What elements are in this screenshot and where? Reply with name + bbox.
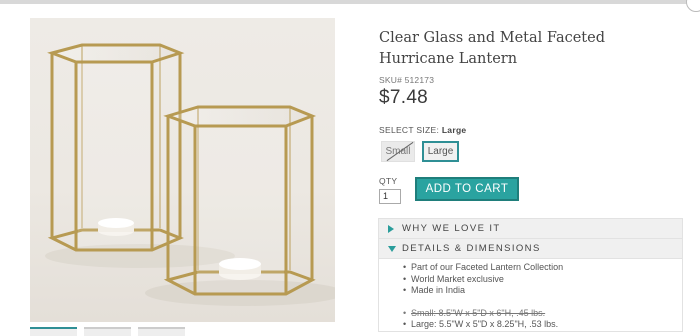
qty-input[interactable]: 1 xyxy=(379,189,401,204)
dimension-small: Small: 8.5"W x 5"D x 6"H, .45 lbs. xyxy=(403,308,563,320)
sku-line: SKU# 512173 xyxy=(379,75,434,85)
list-spacer xyxy=(403,297,563,308)
lantern-illustration xyxy=(45,43,335,306)
product-info-accordion: WHY WE LOVE IT DETAILS & DIMENSIONS Part… xyxy=(378,218,683,332)
size-option-small[interactable]: Small xyxy=(381,141,415,162)
product-title: Clear Glass and Metal Faceted Hurricane … xyxy=(379,30,605,67)
details-list: Part of our Faceted Lantern Collection W… xyxy=(403,262,563,331)
accordion-why-label: WHY WE LOVE IT xyxy=(402,223,501,234)
size-option-large[interactable]: Large xyxy=(422,141,459,162)
qty-label: QTY xyxy=(379,176,398,186)
accordion-details-dimensions[interactable]: DETAILS & DIMENSIONS xyxy=(379,239,682,259)
size-option-large-label: Large xyxy=(427,146,454,157)
thumbnail-strip xyxy=(30,327,335,336)
add-to-cart-button[interactable]: ADD TO CART xyxy=(415,177,519,201)
select-size-text: SELECT SIZE: xyxy=(379,125,440,135)
thumbnail-2[interactable] xyxy=(84,327,131,336)
accordion-why-we-love-it[interactable]: WHY WE LOVE IT xyxy=(379,219,682,239)
thumbnail-1[interactable] xyxy=(30,327,77,336)
triangle-right-icon xyxy=(388,225,394,233)
list-item: Part of our Faceted Lantern Collection xyxy=(403,262,563,274)
accordion-details-label: DETAILS & DIMENSIONS xyxy=(402,243,541,254)
list-item: Made in India xyxy=(403,285,563,297)
selected-size-value: Large xyxy=(441,125,467,135)
product-price: $7.48 xyxy=(379,87,429,108)
thumbnail-3[interactable] xyxy=(138,327,185,336)
dimension-large: Large: 5.5"W x 5"D x 8.25"H, .53 lbs. xyxy=(403,319,563,331)
list-item: World Market exclusive xyxy=(403,274,563,286)
sku-label: SKU# xyxy=(379,75,403,85)
top-scroll-edge xyxy=(0,0,700,4)
sku-number: 512173 xyxy=(404,75,435,85)
select-size-label: SELECT SIZE: Large xyxy=(379,125,466,135)
corner-control[interactable] xyxy=(686,0,700,12)
product-image[interactable] xyxy=(30,18,335,322)
details-panel: Part of our Faceted Lantern Collection W… xyxy=(379,259,682,331)
triangle-down-icon xyxy=(388,246,396,252)
